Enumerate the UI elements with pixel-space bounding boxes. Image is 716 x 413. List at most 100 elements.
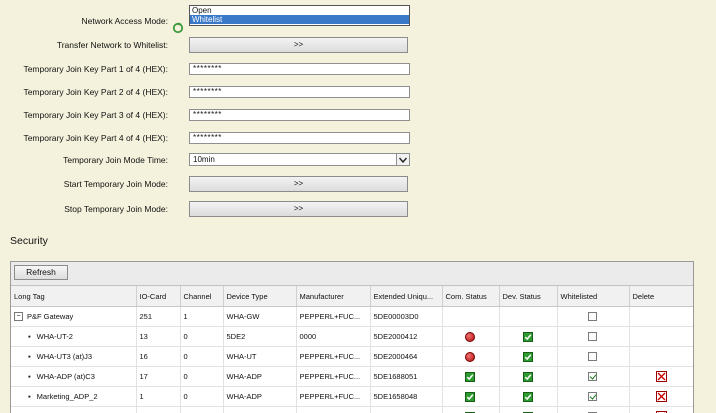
delete-icon[interactable] (656, 371, 667, 382)
cell-channel: 0 (180, 326, 224, 347)
cell-com-status (442, 326, 500, 347)
cell-manufacturer: PEPPERL+FUC... (296, 366, 371, 387)
transfer-network-button[interactable]: >> (189, 37, 408, 53)
join-key-3-input[interactable]: ******** (189, 109, 410, 121)
cell-whitelisted (557, 406, 630, 413)
whitelisted-checkbox[interactable] (588, 372, 597, 382)
cell-delete (629, 386, 693, 407)
col-com-status[interactable]: Com. Status (442, 286, 500, 307)
com-status-error-icon (465, 351, 475, 362)
cell-manufacturer: PEPPERL+FUC... (296, 306, 371, 327)
col-dev-status[interactable]: Dev. Status (499, 286, 558, 307)
cell-com-status (442, 366, 500, 387)
transfer-network-row: Transfer Network to Whitelist: >> (0, 37, 716, 55)
cell-whitelisted (557, 346, 630, 367)
cell-whitelisted (557, 306, 630, 327)
whitelisted-checkbox[interactable] (588, 352, 597, 362)
cell-device-type: 5DE2 (223, 326, 297, 347)
cell-extended-unique: 5DE1688051 (370, 366, 443, 387)
tree-collapse-icon[interactable]: − (14, 312, 23, 322)
cell-device-type: WHA-UT (223, 346, 297, 367)
cell-io-card: 251 (136, 306, 181, 327)
chevron-down-icon[interactable] (396, 154, 409, 165)
cell-device-type: WHA-ADP (223, 366, 297, 387)
col-extended-unique[interactable]: Extended Uniqu... (370, 286, 443, 307)
long-tag-text: P&F Gateway (27, 311, 74, 321)
cell-channel: 1 (180, 306, 224, 327)
cell-dev-status (499, 326, 558, 347)
cell-dev-status (499, 386, 558, 407)
cell-delete (629, 306, 693, 327)
col-manufacturer[interactable]: Manufacturer (296, 286, 371, 307)
cell-manufacturer: 0000 (296, 326, 371, 347)
cell-io-card: 2 (136, 406, 181, 413)
join-key-4-input[interactable]: ******** (189, 132, 410, 144)
join-mode-time-value: 10min (193, 155, 215, 164)
cell-long-tag: − P&F Gateway (11, 306, 137, 327)
refresh-button[interactable]: Refresh (14, 265, 68, 280)
transfer-network-label: Transfer Network to Whitelist: (56, 40, 168, 50)
cell-dev-status (499, 306, 558, 327)
table-row[interactable]: − P&F Gateway 251 1 WHA-GW PEPPERL+FUC... 5DE0… (11, 306, 693, 327)
join-key-1-input[interactable]: ******** (189, 63, 410, 75)
dev-status-ok-icon (522, 391, 533, 402)
cell-extended-unique: 5DE2000412 (370, 326, 443, 347)
join-key-2-label: Temporary Join Key Part 2 of 4 (HEX): (23, 87, 168, 97)
join-mode-time-row: Temporary Join Mode Time: 10min (0, 152, 716, 170)
stop-join-label: Stop Temporary Join Mode: (64, 204, 168, 214)
cell-long-tag: ▪ WHA-UT3 (at)J3 (11, 346, 137, 367)
refresh-icon[interactable] (172, 22, 184, 34)
cell-channel: 0 (180, 346, 224, 367)
cell-delete (629, 406, 693, 413)
join-key-1-label: Temporary Join Key Part 1 of 4 (HEX): (23, 64, 168, 74)
whitelisted-checkbox[interactable] (588, 392, 597, 402)
cell-io-card: 13 (136, 326, 181, 347)
network-access-mode-listbox[interactable]: Open Whitelist (189, 5, 410, 26)
join-key-4-row: Temporary Join Key Part 4 of 4 (HEX): **… (0, 130, 716, 148)
security-title: Security (10, 235, 48, 247)
stop-join-button[interactable]: >> (189, 201, 408, 217)
long-tag-text: WHA-ADP (at)C3 (36, 372, 95, 381)
start-join-button[interactable]: >> (189, 176, 408, 192)
join-mode-time-select[interactable]: 10min (189, 153, 410, 166)
com-status-error-icon (465, 331, 475, 342)
table-row[interactable]: ▪ WHA-UT3 (at)J3 16 0 WHA-UT PEPPERL+FUC... 5D… (11, 346, 693, 367)
join-key-4-label: Temporary Join Key Part 4 of 4 (HEX): (23, 133, 168, 143)
cell-long-tag: ▪Marketing_ADP_1 (11, 406, 137, 413)
cell-com-status (442, 386, 500, 407)
cell-dev-status (499, 366, 558, 387)
delete-icon[interactable] (656, 391, 667, 402)
cell-long-tag: ▪ WHA-ADP (at)C3 (11, 366, 137, 387)
join-key-3-row: Temporary Join Key Part 3 of 4 (HEX): **… (0, 107, 716, 125)
cell-whitelisted (557, 386, 630, 407)
col-device-type[interactable]: Device Type (223, 286, 297, 307)
col-whitelisted[interactable]: Whitelisted (557, 286, 630, 307)
cell-device-type: WHA-GW (223, 306, 297, 327)
table-row[interactable]: ▪ Marketing_ADP_2 1 0 WHA-ADP PEPPERL+FUC... 5… (11, 386, 693, 407)
join-mode-time-label: Temporary Join Mode Time: (63, 155, 168, 165)
cell-io-card: 1 (136, 386, 181, 407)
table-row[interactable]: ▪ WHA-UT-2 13 0 5DE2 0000 5DE2000412 (11, 326, 693, 347)
network-access-mode-row: Network Access Mode: Open Whitelist (0, 5, 716, 34)
option-open[interactable]: Open (190, 6, 409, 15)
security-grid: Refresh Long Tag IO-Card Channel Device … (10, 261, 694, 413)
col-io-card[interactable]: IO-Card (136, 286, 181, 307)
join-key-3-label: Temporary Join Key Part 3 of 4 (HEX): (23, 110, 168, 120)
cell-delete (629, 326, 693, 347)
col-long-tag[interactable]: Long Tag (11, 286, 137, 307)
cell-extended-unique: 5DE00003D0 (370, 306, 443, 327)
table-header-row: Long Tag IO-Card Channel Device Type Man… (11, 286, 693, 307)
join-key-2-input[interactable]: ******** (189, 86, 410, 98)
col-channel[interactable]: Channel (180, 286, 224, 307)
long-tag-text: WHA-UT-2 (36, 332, 73, 341)
dev-status-ok-icon (522, 351, 533, 362)
table-row[interactable]: ▪ WHA-ADP (at)C3 17 0 WHA-ADP PEPPERL+FUC... 5… (11, 366, 693, 387)
option-whitelist[interactable]: Whitelist (190, 15, 409, 24)
col-delete[interactable]: Delete (629, 286, 693, 307)
whitelisted-checkbox[interactable] (588, 312, 597, 322)
cell-manufacturer: PEPPERL+FUC... (296, 386, 371, 407)
join-key-2-row: Temporary Join Key Part 2 of 4 (HEX): **… (0, 84, 716, 102)
table-row[interactable]: ▪Marketing_ADP_120WHA-ADPPEPPERL+FUC...5… (11, 406, 693, 413)
whitelisted-checkbox[interactable] (588, 332, 597, 342)
dev-status-ok-icon (522, 371, 533, 382)
